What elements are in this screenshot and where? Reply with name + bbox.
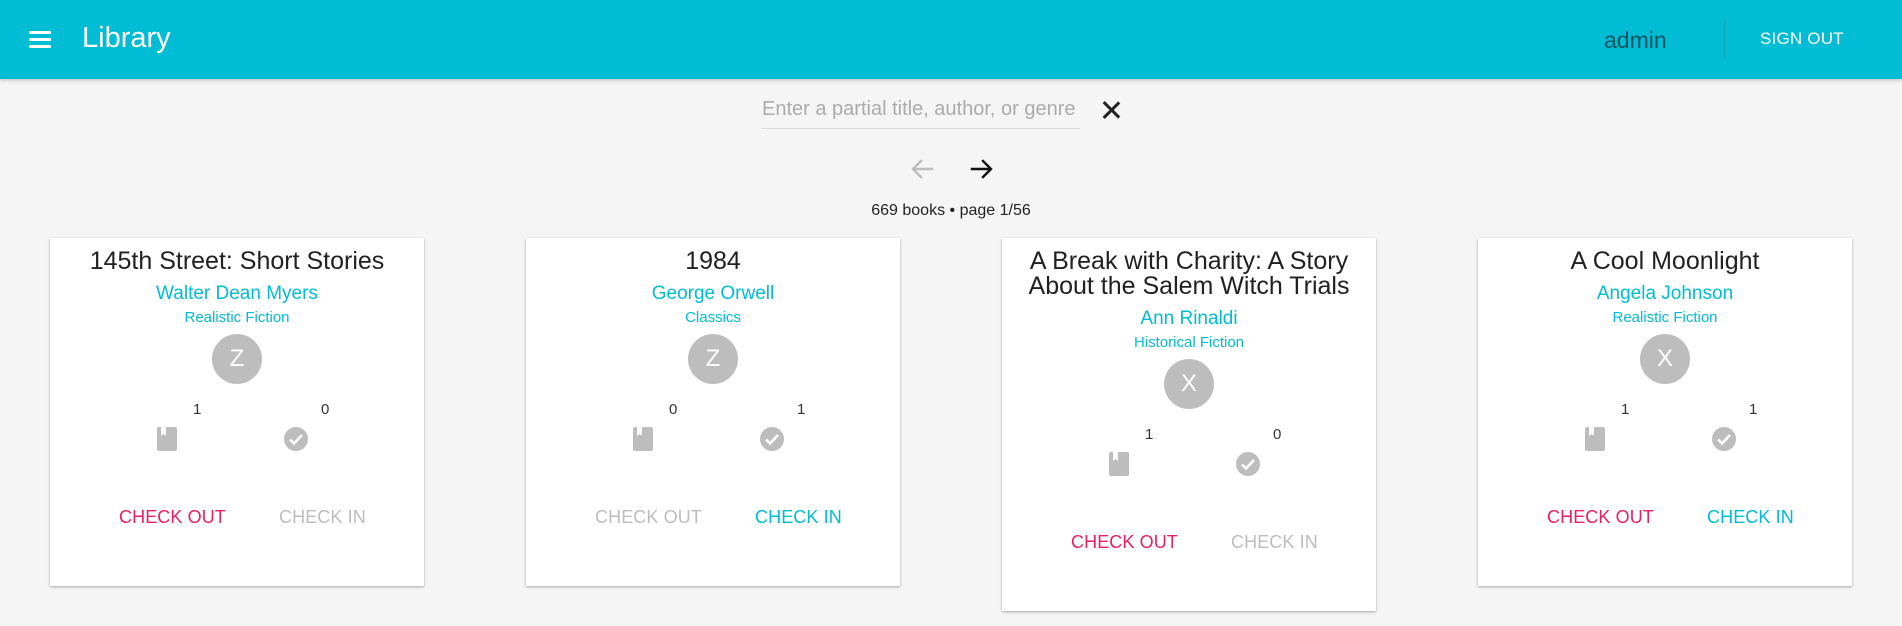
book-card: 1984 George Orwell Classics Z 0 1 CHECK … [526, 238, 900, 586]
menu-icon[interactable] [28, 28, 54, 50]
arrow-right-icon [970, 159, 993, 179]
copies-count: 1 [1145, 426, 1154, 443]
book-author[interactable]: Ann Rinaldi [1002, 308, 1376, 330]
check-circle-icon [1712, 427, 1736, 451]
book-counts: 0 1 [526, 401, 900, 471]
card-actions: CHECK OUT CHECK IN [526, 496, 900, 536]
card-actions: CHECK OUT CHECK IN [1478, 496, 1852, 536]
book-counts: 1 1 [1478, 401, 1852, 471]
book-author[interactable]: Angela Johnson [1478, 283, 1852, 305]
search-input[interactable] [762, 94, 1080, 124]
book-icon [633, 427, 653, 451]
app-title: Library [82, 22, 171, 54]
checked-out-count: 1 [797, 401, 806, 418]
book-card: 145th Street: Short Stories Walter Dean … [50, 238, 424, 586]
book-title: A Break with Charity: A Story About the … [1028, 247, 1350, 300]
card-actions: CHECK OUT CHECK IN [1002, 521, 1376, 561]
check-in-button[interactable]: CHECK IN [1231, 531, 1318, 553]
book-icon [1109, 452, 1129, 476]
book-avatar: Z [212, 334, 262, 384]
book-avatar: X [1640, 334, 1690, 384]
user-name: admin [1604, 27, 1667, 53]
book-genre[interactable]: Realistic Fiction [1478, 309, 1852, 327]
book-title: A Cool Moonlight [1570, 247, 1760, 275]
clear-search-icon[interactable] [1098, 97, 1124, 123]
book-genre[interactable]: Classics [526, 309, 900, 327]
book-avatar: Z [688, 334, 738, 384]
book-avatar: X [1164, 359, 1214, 409]
check-circle-icon [284, 427, 308, 451]
checked-out-count: 0 [321, 401, 330, 418]
copies-count: 1 [193, 401, 202, 418]
book-author[interactable]: George Orwell [526, 283, 900, 305]
check-in-button[interactable]: CHECK IN [279, 506, 366, 528]
sign-out-button[interactable]: SIGN OUT [1760, 28, 1844, 50]
card-actions: CHECK OUT CHECK IN [50, 496, 424, 536]
checked-out-count: 1 [1749, 401, 1758, 418]
check-out-button[interactable]: CHECK OUT [1071, 531, 1178, 553]
book-counts: 1 0 [50, 401, 424, 471]
check-in-button[interactable]: CHECK IN [755, 506, 842, 528]
next-page-button[interactable] [968, 156, 996, 182]
book-author[interactable]: Walter Dean Myers [50, 283, 424, 305]
check-out-button[interactable]: CHECK OUT [119, 506, 226, 528]
check-out-button[interactable]: CHECK OUT [1547, 506, 1654, 528]
check-circle-icon [1236, 452, 1260, 476]
book-counts: 1 0 [1002, 426, 1376, 496]
book-icon [157, 427, 177, 451]
appbar-divider [1724, 18, 1725, 58]
check-circle-icon [760, 427, 784, 451]
book-genre[interactable]: Realistic Fiction [50, 309, 424, 327]
book-genre[interactable]: Historical Fiction [1002, 334, 1376, 352]
book-card: A Break with Charity: A Story About the … [1002, 238, 1376, 611]
search-field [762, 94, 1080, 129]
prev-page-button[interactable] [908, 156, 936, 182]
copies-count: 0 [669, 401, 678, 418]
page-info: 669 books • page 1/56 [871, 202, 1031, 219]
check-in-button[interactable]: CHECK IN [1707, 506, 1794, 528]
copies-count: 1 [1621, 401, 1630, 418]
book-card: A Cool Moonlight Angela Johnson Realisti… [1478, 238, 1852, 586]
book-icon [1585, 427, 1605, 451]
check-out-button[interactable]: CHECK OUT [595, 506, 702, 528]
book-title: 1984 [685, 247, 741, 275]
checked-out-count: 0 [1273, 426, 1282, 443]
book-title: 145th Street: Short Stories [89, 247, 385, 275]
arrow-left-icon [911, 159, 934, 179]
app-bar: Library admin SIGN OUT [0, 0, 1902, 79]
